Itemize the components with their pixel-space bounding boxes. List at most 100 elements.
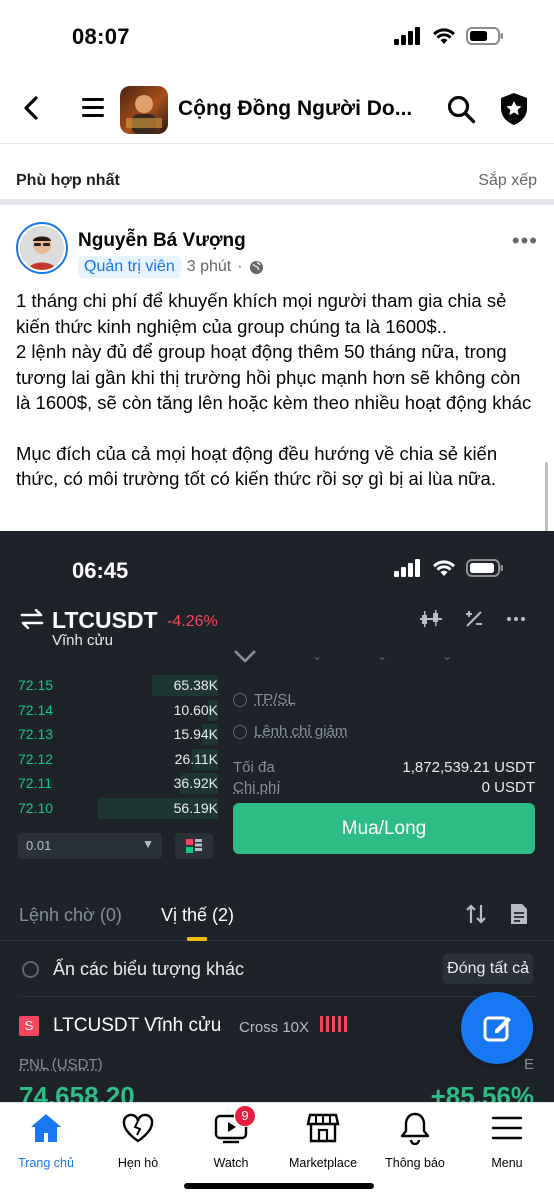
toolbar-icons — [420, 609, 526, 629]
storefront-icon — [306, 1113, 340, 1143]
admin-badge[interactable]: Quản trị viên — [78, 256, 181, 278]
tab-underline — [187, 937, 207, 941]
nav-menu[interactable]: Menu — [457, 1111, 554, 1170]
status-bar: 08:07 — [0, 0, 554, 72]
orderbook-qty: 26.11K — [174, 750, 218, 767]
orderbook-qty: 56.19K — [173, 799, 218, 816]
orderbook-row: 72.10 56.19K — [18, 796, 218, 821]
sort-row: Phù hợp nhất Sắp xếp — [0, 145, 554, 205]
reduce-only-option: Lệnh chỉ giảm — [233, 723, 347, 740]
tab-positions: Vị thế (2) — [161, 905, 235, 925]
positions-tabs: Lệnh chờ (0) Vị thế (2) — [0, 891, 554, 941]
orderbook-price: 72.11 — [18, 775, 52, 792]
leverage-bars-icon — [320, 1016, 347, 1032]
nav-home-label: Trang chủ — [18, 1156, 74, 1170]
home-indicator — [184, 1183, 374, 1189]
heart-icon — [122, 1113, 154, 1143]
cellular-signal-icon — [394, 559, 420, 577]
battery-icon — [466, 559, 503, 577]
dot-separator: · — [237, 258, 243, 275]
orderbook-qty: 65.38K — [173, 677, 218, 694]
order-book: 72.15 65.38K 72.14 10.60K 72.13 15.94K 72.12 26… — [18, 659, 218, 821]
orderbook-price: 72.10 — [18, 799, 54, 816]
divider — [18, 996, 536, 997]
group-header: Cộng Đồng Người Do... — [0, 72, 554, 144]
more-options-icon[interactable]: ••• — [512, 228, 538, 254]
short-badge: S — [19, 1016, 39, 1036]
position-mode: Cross 10X — [239, 1019, 310, 1036]
orderbook-qty: 10.60K — [173, 701, 218, 718]
home-icon — [31, 1114, 61, 1142]
cellular-signal-icon — [394, 27, 420, 45]
nav-menu-label: Menu — [491, 1156, 523, 1170]
orderbook-qty: 15.94K — [173, 726, 218, 743]
orderbook-price: 72.15 — [18, 677, 54, 694]
orderbook-row: 72.13 15.94K — [18, 722, 218, 747]
back-arrow-icon[interactable] — [18, 94, 46, 122]
cost-row: Chi phí 0 USDT — [233, 779, 535, 796]
nav-notifications[interactable]: Thông báo — [365, 1111, 465, 1170]
post-paragraph: 2 lệnh này đủ để group hoạt động thêm 50… — [16, 341, 532, 413]
sort-arrows-icon — [466, 904, 486, 924]
sort-label: Phù hợp nhất — [16, 172, 120, 189]
hide-other-symbols: Ẩn các biểu tượng khác — [22, 959, 244, 980]
author-name[interactable]: Nguyễn Bá Vượng — [78, 230, 246, 252]
precision-select: 0.01 ▼ — [18, 833, 162, 859]
group-title[interactable]: Cộng Đồng Người Do... — [178, 97, 418, 121]
pair-subtitle: Vĩnh cửu — [52, 632, 113, 649]
nav-dating[interactable]: Hẹn hò — [88, 1111, 188, 1170]
percent-icon — [466, 611, 482, 627]
wifi-icon — [433, 28, 455, 44]
pair-change: -4.26% — [167, 613, 218, 630]
nav-home[interactable]: Trang chủ — [0, 1111, 96, 1170]
orderbook-price: 72.14 — [18, 701, 54, 718]
group-avatar[interactable] — [120, 86, 168, 134]
document-icon — [511, 904, 527, 924]
status-time: 08:07 — [72, 24, 130, 49]
author-avatar[interactable] — [16, 222, 68, 274]
bell-icon — [400, 1112, 430, 1146]
post-meta: Quản trị viên 3 phút · — [78, 256, 264, 278]
close-all-button: Đóng tất cả — [443, 954, 533, 984]
pnl-value: 74,658.20 — [19, 1081, 135, 1103]
tab-tools — [466, 903, 528, 925]
post-time[interactable]: 3 phút — [187, 258, 231, 276]
tab-open-orders: Lệnh chờ (0) — [19, 905, 122, 925]
pair-name: LTCUSDT — [52, 607, 158, 633]
more-dots-icon — [507, 617, 525, 621]
orderbook-price: 72.13 — [18, 726, 54, 743]
chevron-down-icon — [234, 650, 256, 663]
orderbook-row: 72.12 26.11K — [18, 747, 218, 772]
search-icon[interactable] — [446, 94, 476, 124]
post-paragraph: 1 tháng chi phí để khuyến khích mọi ngườ… — [16, 290, 507, 337]
post-text: 1 tháng chi phí để khuyến khích mọi ngườ… — [16, 288, 536, 492]
globe-icon — [249, 260, 263, 274]
screenshot-status-icons — [394, 559, 504, 577]
nav-watch-label: Watch — [213, 1156, 249, 1170]
admin-shield-icon[interactable] — [498, 92, 530, 126]
status-icons — [394, 27, 504, 45]
position-name: LTCUSDT Vĩnh cửu — [53, 1015, 222, 1036]
max-row: Tối đa 1,872,539.21 USDT — [233, 759, 535, 776]
watch-badge: 9 — [234, 1105, 256, 1127]
nav-marketplace[interactable]: Marketplace — [273, 1111, 373, 1170]
book-layout-icon — [175, 833, 213, 859]
chevron-row: ⌄ ⌄ ⌄ — [233, 649, 452, 663]
edit-pencil-icon — [483, 1016, 511, 1042]
compose-post-button[interactable] — [461, 992, 533, 1064]
hamburger-menu-icon[interactable] — [82, 98, 104, 118]
nav-dating-label: Hẹn hò — [117, 1156, 159, 1170]
orderbook-row: 72.11 36.92K — [18, 771, 218, 796]
battery-icon — [466, 27, 503, 45]
orderbook-price: 72.12 — [18, 750, 54, 767]
nav-notifications-label: Thông báo — [385, 1156, 445, 1170]
menu-icon — [491, 1116, 523, 1140]
sort-button[interactable]: Sắp xếp — [478, 172, 537, 190]
orderbook-qty: 36.92K — [173, 775, 218, 792]
roe-value: +85.56% — [430, 1081, 534, 1103]
screenshot-time: 06:45 — [72, 558, 129, 583]
nav-watch[interactable]: 9 Watch — [181, 1105, 281, 1170]
scroll-indicator — [545, 462, 548, 532]
orderbook-row: 72.14 10.60K — [18, 698, 218, 723]
buy-long-button: Mua/Long — [233, 803, 535, 854]
